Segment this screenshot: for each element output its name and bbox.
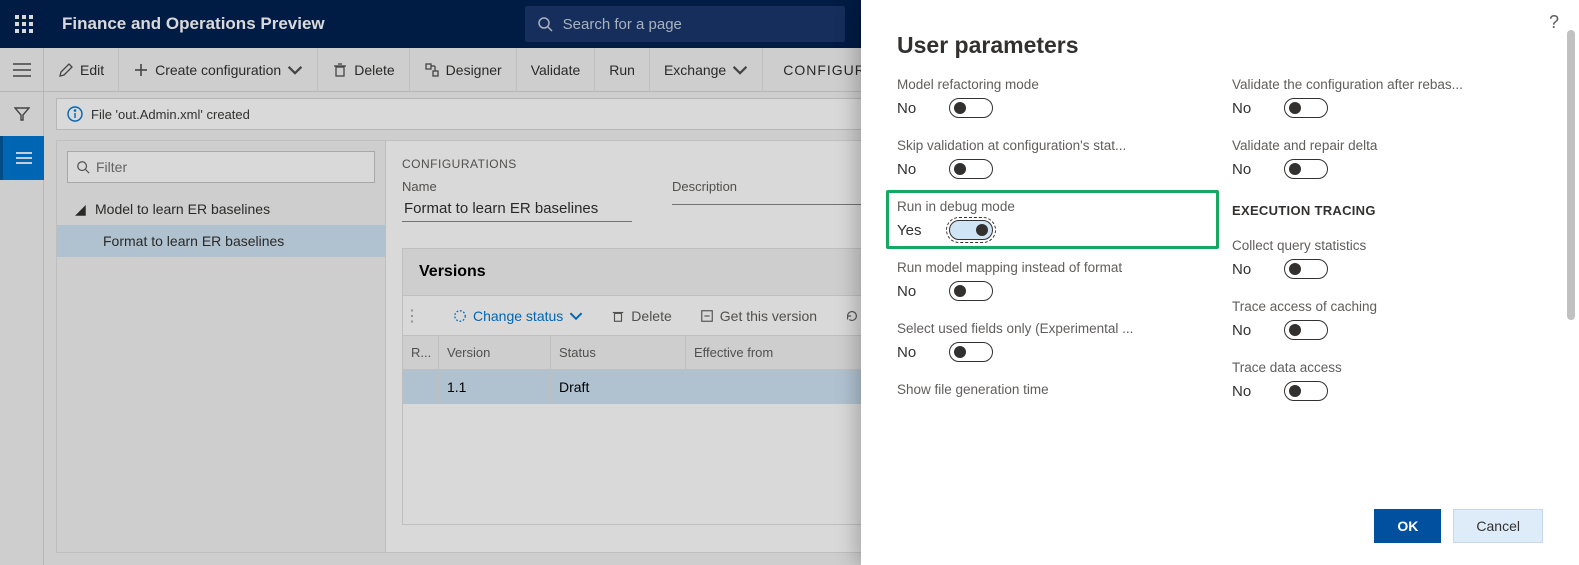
dialog-footer: OK Cancel bbox=[861, 493, 1579, 565]
param-value: No bbox=[897, 344, 927, 361]
param-value: No bbox=[1232, 100, 1262, 117]
param-trace-data-access: Trace data access No bbox=[1232, 360, 1543, 401]
param-collect-query-statistics: Collect query statistics No bbox=[1232, 238, 1543, 279]
param-value: Yes bbox=[897, 222, 927, 239]
toggle[interactable] bbox=[1284, 381, 1328, 401]
dialog-right-column: Validate the configuration after rebas..… bbox=[1232, 77, 1543, 493]
param-label: Show file generation time bbox=[897, 382, 1177, 397]
param-label: Run in debug mode bbox=[897, 199, 1177, 214]
toggle[interactable] bbox=[949, 159, 993, 179]
param-run-model-mapping-instead-of-format: Run model mapping instead of format No bbox=[897, 260, 1208, 301]
dialog-title: User parameters bbox=[861, 0, 1579, 77]
param-value: No bbox=[1232, 322, 1262, 339]
dialog-left-column: Model refactoring mode No Skip validation … bbox=[897, 77, 1208, 493]
toggle[interactable] bbox=[1284, 320, 1328, 340]
toggle[interactable] bbox=[949, 281, 993, 301]
dialog-body: Model refactoring mode No Skip validation … bbox=[861, 77, 1579, 493]
param-run-in-debug-mode: Run in debug mode Yes bbox=[897, 199, 1208, 240]
param-label: Select used fields only (Experimental ..… bbox=[897, 321, 1177, 336]
user-parameters-dialog: ? User parameters Model refactoring mode… bbox=[861, 0, 1579, 565]
param-model-refactoring-mode: Model refactoring mode No bbox=[897, 77, 1208, 118]
param-label: Trace data access bbox=[1232, 360, 1512, 375]
param-value: No bbox=[1232, 383, 1262, 400]
toggle[interactable] bbox=[949, 98, 993, 118]
toggle[interactable] bbox=[949, 220, 993, 240]
param-label: Model refactoring mode bbox=[897, 77, 1177, 92]
cancel-button[interactable]: Cancel bbox=[1453, 509, 1543, 543]
help-icon[interactable]: ? bbox=[1549, 12, 1559, 33]
param-validate-and-repair-delta: Validate and repair delta No bbox=[1232, 138, 1543, 179]
toggle[interactable] bbox=[1284, 259, 1328, 279]
toggle[interactable] bbox=[1284, 159, 1328, 179]
ok-button[interactable]: OK bbox=[1374, 509, 1441, 543]
param-label: Skip validation at configuration's stat.… bbox=[897, 138, 1177, 153]
param-value: No bbox=[897, 283, 927, 300]
param-show-file-generation-time: Show file generation time bbox=[897, 382, 1208, 403]
param-value: No bbox=[897, 161, 927, 178]
param-select-used-fields-only-experimental: Select used fields only (Experimental ..… bbox=[897, 321, 1208, 362]
param-trace-access-of-caching: Trace access of caching No bbox=[1232, 299, 1543, 340]
param-validate-the-configuration-after-rebas: Validate the configuration after rebas..… bbox=[1232, 77, 1543, 118]
param-label: Validate the configuration after rebas..… bbox=[1232, 77, 1512, 92]
param-label: Collect query statistics bbox=[1232, 238, 1512, 253]
toggle[interactable] bbox=[949, 342, 993, 362]
param-label: Validate and repair delta bbox=[1232, 138, 1512, 153]
dialog-scrollbar[interactable] bbox=[1567, 30, 1575, 470]
param-label: Run model mapping instead of format bbox=[897, 260, 1177, 275]
toggle[interactable] bbox=[1284, 98, 1328, 118]
param-value: No bbox=[897, 100, 927, 117]
param-value: No bbox=[1232, 261, 1262, 278]
param-value: No bbox=[1232, 161, 1262, 178]
execution-tracing-heading: EXECUTION TRACING bbox=[1232, 203, 1543, 218]
param-skip-validation-at-configuration-s-stat: Skip validation at configuration's stat.… bbox=[897, 138, 1208, 179]
param-label: Trace access of caching bbox=[1232, 299, 1512, 314]
